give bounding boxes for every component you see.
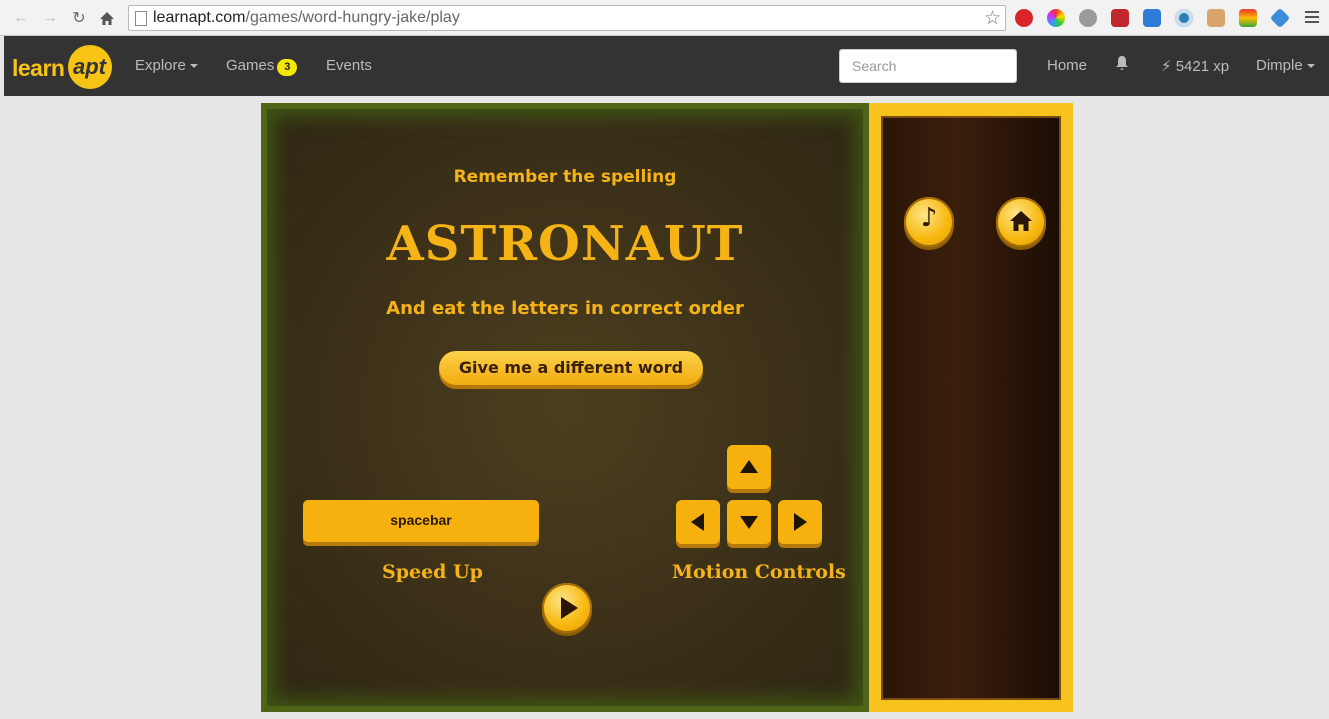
search-input[interactable] — [839, 49, 1017, 83]
address-bar[interactable]: learnapt.com/games/word-hungry-jake/play… — [128, 5, 1006, 31]
play-icon — [561, 597, 578, 619]
user-name: Dimple — [1256, 57, 1303, 74]
up-arrow-key[interactable] — [727, 445, 771, 489]
logo-text: learn — [12, 55, 65, 81]
learnapt-logo[interactable]: learn apt — [12, 42, 112, 89]
different-word-button[interactable]: Give me a different word — [439, 351, 703, 385]
home-icon[interactable] — [96, 7, 118, 29]
motion-controls-label: Motion Controls — [672, 561, 846, 583]
lightning-icon: ⚡︎ — [1161, 58, 1172, 75]
chevron-down-icon — [189, 64, 198, 69]
arrow-right-icon — [794, 513, 807, 531]
speed-up-label: Speed Up — [382, 561, 483, 583]
games-count-badge: 3 — [277, 59, 298, 76]
nav-games[interactable]: Games 3 — [226, 57, 298, 76]
bookmark-star-icon[interactable]: ☆ — [984, 7, 1001, 30]
rainbow-extension-icon[interactable] — [1239, 9, 1257, 27]
down-arrow-key[interactable] — [727, 500, 771, 544]
music-button[interactable]: ♪ — [904, 197, 954, 247]
logo-badge-text: apt — [73, 54, 106, 79]
back-icon[interactable]: ← — [10, 7, 32, 29]
game-canvas[interactable]: Remember the spelling ASTRONAUT And eat … — [261, 103, 1073, 712]
instruction-text: And eat the letters in correct order — [386, 298, 744, 319]
arrow-up-icon — [740, 460, 758, 473]
nav-explore[interactable]: Explore — [135, 57, 198, 74]
alien-extension-icon[interactable] — [1079, 9, 1097, 27]
nav-events-label: Events — [326, 57, 372, 74]
window-extension-icon[interactable] — [1143, 9, 1161, 27]
target-word: ASTRONAUT — [386, 216, 744, 272]
address-url: learnapt.com/games/word-hungry-jake/play — [153, 9, 460, 26]
adblock-extension-icon[interactable] — [1015, 9, 1033, 27]
xp-value: 5421 xp — [1175, 58, 1230, 75]
spacebar-key[interactable]: spacebar — [303, 500, 539, 542]
arrow-left-icon — [691, 513, 704, 531]
side-panel: ♪ — [869, 103, 1073, 712]
nav-explore-label: Explore — [135, 57, 186, 74]
home-game-button[interactable] — [996, 197, 1046, 247]
face-extension-icon[interactable] — [1207, 9, 1225, 27]
chevron-down-icon — [1306, 64, 1315, 69]
browser-menu-icon[interactable] — [1305, 9, 1319, 25]
nav-home[interactable]: Home — [1047, 57, 1087, 74]
book-extension-icon[interactable] — [1111, 9, 1129, 27]
site-header: learn apt Explore Games3 Events Home ⚡︎ … — [4, 36, 1329, 96]
diamond-extension-icon[interactable] — [1269, 7, 1291, 29]
nav-games-label: Games — [226, 57, 275, 74]
play-button[interactable] — [542, 583, 592, 633]
right-arrow-key[interactable] — [778, 500, 822, 544]
house-icon — [1010, 211, 1032, 231]
browser-toolbar: ← → ↻ learnapt.com/games/word-hungry-jak… — [0, 0, 1329, 36]
game-board: Remember the spelling ASTRONAUT And eat … — [261, 103, 869, 712]
notifications-bell-icon[interactable] — [1115, 55, 1129, 75]
reload-icon[interactable]: ↻ — [68, 7, 90, 29]
page-icon — [135, 11, 147, 26]
spelling-prompt: Remember the spelling — [453, 167, 677, 187]
user-menu[interactable]: Dimple — [1256, 57, 1315, 74]
nav-home-label: Home — [1047, 57, 1088, 74]
arrow-down-icon — [740, 516, 758, 529]
forward-icon[interactable]: → — [39, 7, 61, 29]
music-note-icon: ♪ — [920, 203, 938, 233]
color-wheel-extension-icon[interactable] — [1047, 9, 1065, 27]
eye-extension-icon[interactable] — [1175, 9, 1193, 27]
left-arrow-key[interactable] — [676, 500, 720, 544]
xp-counter[interactable]: ⚡︎ 5421 xp — [1161, 57, 1229, 75]
nav-events[interactable]: Events — [326, 57, 372, 74]
